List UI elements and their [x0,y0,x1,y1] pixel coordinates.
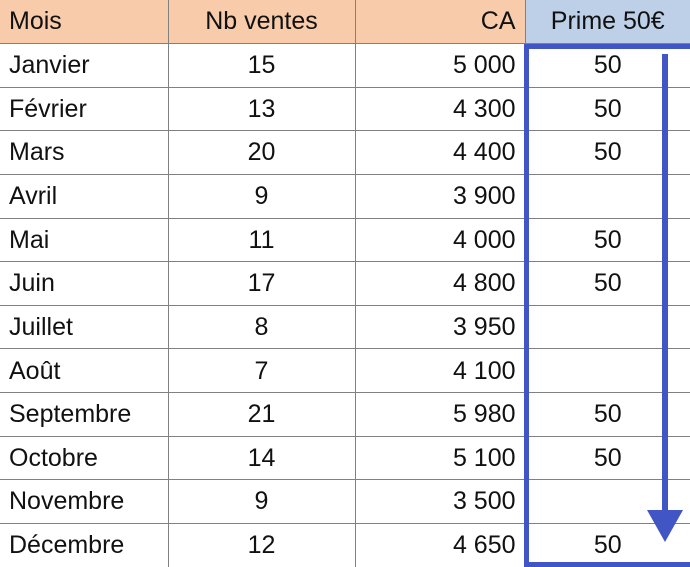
cell-nb[interactable]: 7 [167,348,356,393]
table-row[interactable]: Septembre 21 5 980 50 [0,392,690,437]
table-row[interactable]: Décembre 12 4 650 50 [0,522,690,567]
cell-nb[interactable]: 14 [167,435,356,481]
cell-ca[interactable]: 4 100 [354,348,526,393]
table-row[interactable]: Février 13 4 300 50 [0,86,690,132]
cell-prime[interactable]: 50 [524,86,690,132]
cell-prime[interactable]: 50 [524,392,690,437]
cell-ca[interactable]: 3 950 [354,304,526,350]
cell-nb[interactable]: 13 [167,86,356,132]
cell-ca[interactable]: 4 650 [354,522,526,567]
cell-nb[interactable]: 8 [167,304,356,350]
cell-prime[interactable]: 50 [524,43,690,88]
cell-ca[interactable]: 5 100 [354,435,526,481]
cell-nb[interactable]: 9 [167,479,356,524]
cell-ca[interactable]: 4 300 [354,86,526,132]
cell-mois[interactable]: Juillet [0,304,169,350]
table-row[interactable]: Octobre 14 5 100 50 [0,435,690,481]
cell-prime[interactable]: 50 [524,130,690,175]
table-body: Janvier 15 5 000 50 Février 13 4 300 50 … [0,43,690,567]
cell-nb[interactable]: 15 [167,43,356,88]
spreadsheet-table: Mois Nb ventes CA Prime 50€ Janvier 15 5… [0,0,690,567]
cell-nb[interactable]: 21 [167,392,356,437]
cell-prime[interactable]: 50 [524,522,690,567]
cell-mois[interactable]: Mars [0,130,169,175]
cell-nb[interactable]: 11 [167,217,356,263]
cell-prime[interactable] [524,173,690,219]
column-header-prime-50[interactable]: Prime 50€ [524,0,690,44]
table-row[interactable]: Avril 9 3 900 [0,173,690,219]
cell-mois[interactable]: Mai [0,217,169,263]
table-row[interactable]: Août 7 4 100 [0,348,690,393]
cell-ca[interactable]: 4 400 [354,130,526,175]
cell-prime[interactable]: 50 [524,435,690,481]
table-header: Mois Nb ventes CA Prime 50€ [0,0,690,44]
cell-ca[interactable]: 3 500 [354,479,526,524]
cell-ca[interactable]: 4 800 [354,261,526,306]
cell-mois[interactable]: Septembre [0,392,169,437]
table-row[interactable]: Novembre 9 3 500 [0,479,690,524]
table-row[interactable]: Juin 17 4 800 50 [0,261,690,306]
column-header-nb-ventes[interactable]: Nb ventes [167,0,356,44]
data-table: Mois Nb ventes CA Prime 50€ Janvier 15 5… [0,0,690,567]
cell-nb[interactable]: 20 [167,130,356,175]
table-row[interactable]: Mai 11 4 000 50 [0,217,690,263]
header-row: Mois Nb ventes CA Prime 50€ [0,0,690,44]
cell-prime[interactable]: 50 [524,261,690,306]
cell-mois[interactable]: Août [0,348,169,393]
cell-ca[interactable]: 4 000 [354,217,526,263]
cell-nb[interactable]: 9 [167,173,356,219]
cell-mois[interactable]: Février [0,86,169,132]
cell-mois[interactable]: Décembre [0,522,169,567]
cell-prime[interactable] [524,479,690,524]
cell-prime[interactable] [524,304,690,350]
cell-nb[interactable]: 12 [167,522,356,567]
cell-prime[interactable] [524,348,690,393]
cell-mois[interactable]: Juin [0,261,169,306]
cell-ca[interactable]: 5 000 [354,43,526,88]
cell-mois[interactable]: Janvier [0,43,169,88]
cell-ca[interactable]: 3 900 [354,173,526,219]
cell-mois[interactable]: Novembre [0,479,169,524]
cell-mois[interactable]: Avril [0,173,169,219]
table-row[interactable]: Mars 20 4 400 50 [0,130,690,175]
cell-nb[interactable]: 17 [167,261,356,306]
cell-prime[interactable]: 50 [524,217,690,263]
table-row[interactable]: Juillet 8 3 950 [0,304,690,350]
cell-mois[interactable]: Octobre [0,435,169,481]
table-row[interactable]: Janvier 15 5 000 50 [0,43,690,88]
column-header-ca[interactable]: CA [354,0,526,44]
cell-ca[interactable]: 5 980 [354,392,526,437]
column-header-mois[interactable]: Mois [0,0,169,44]
